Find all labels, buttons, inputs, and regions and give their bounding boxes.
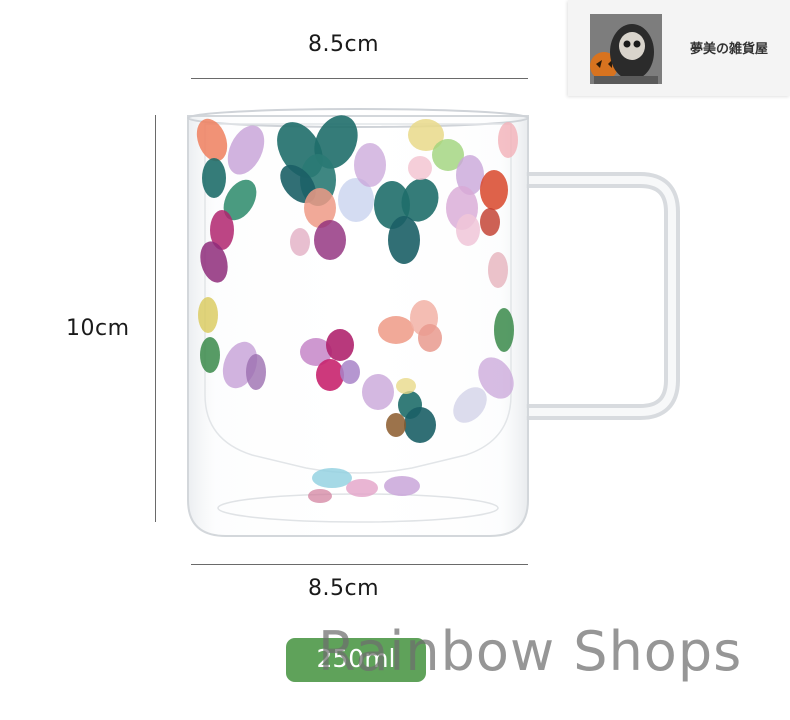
shop-avatar-image	[590, 14, 662, 84]
watermark-text: Rainbow Shops	[318, 620, 743, 683]
mug-handle	[526, 172, 680, 420]
shop-badge[interactable]: 夢美の雑貨屋	[568, 0, 790, 96]
glass-mug-photo	[187, 108, 680, 537]
shop-avatar	[590, 14, 662, 84]
shop-name: 夢美の雑貨屋	[690, 42, 769, 57]
